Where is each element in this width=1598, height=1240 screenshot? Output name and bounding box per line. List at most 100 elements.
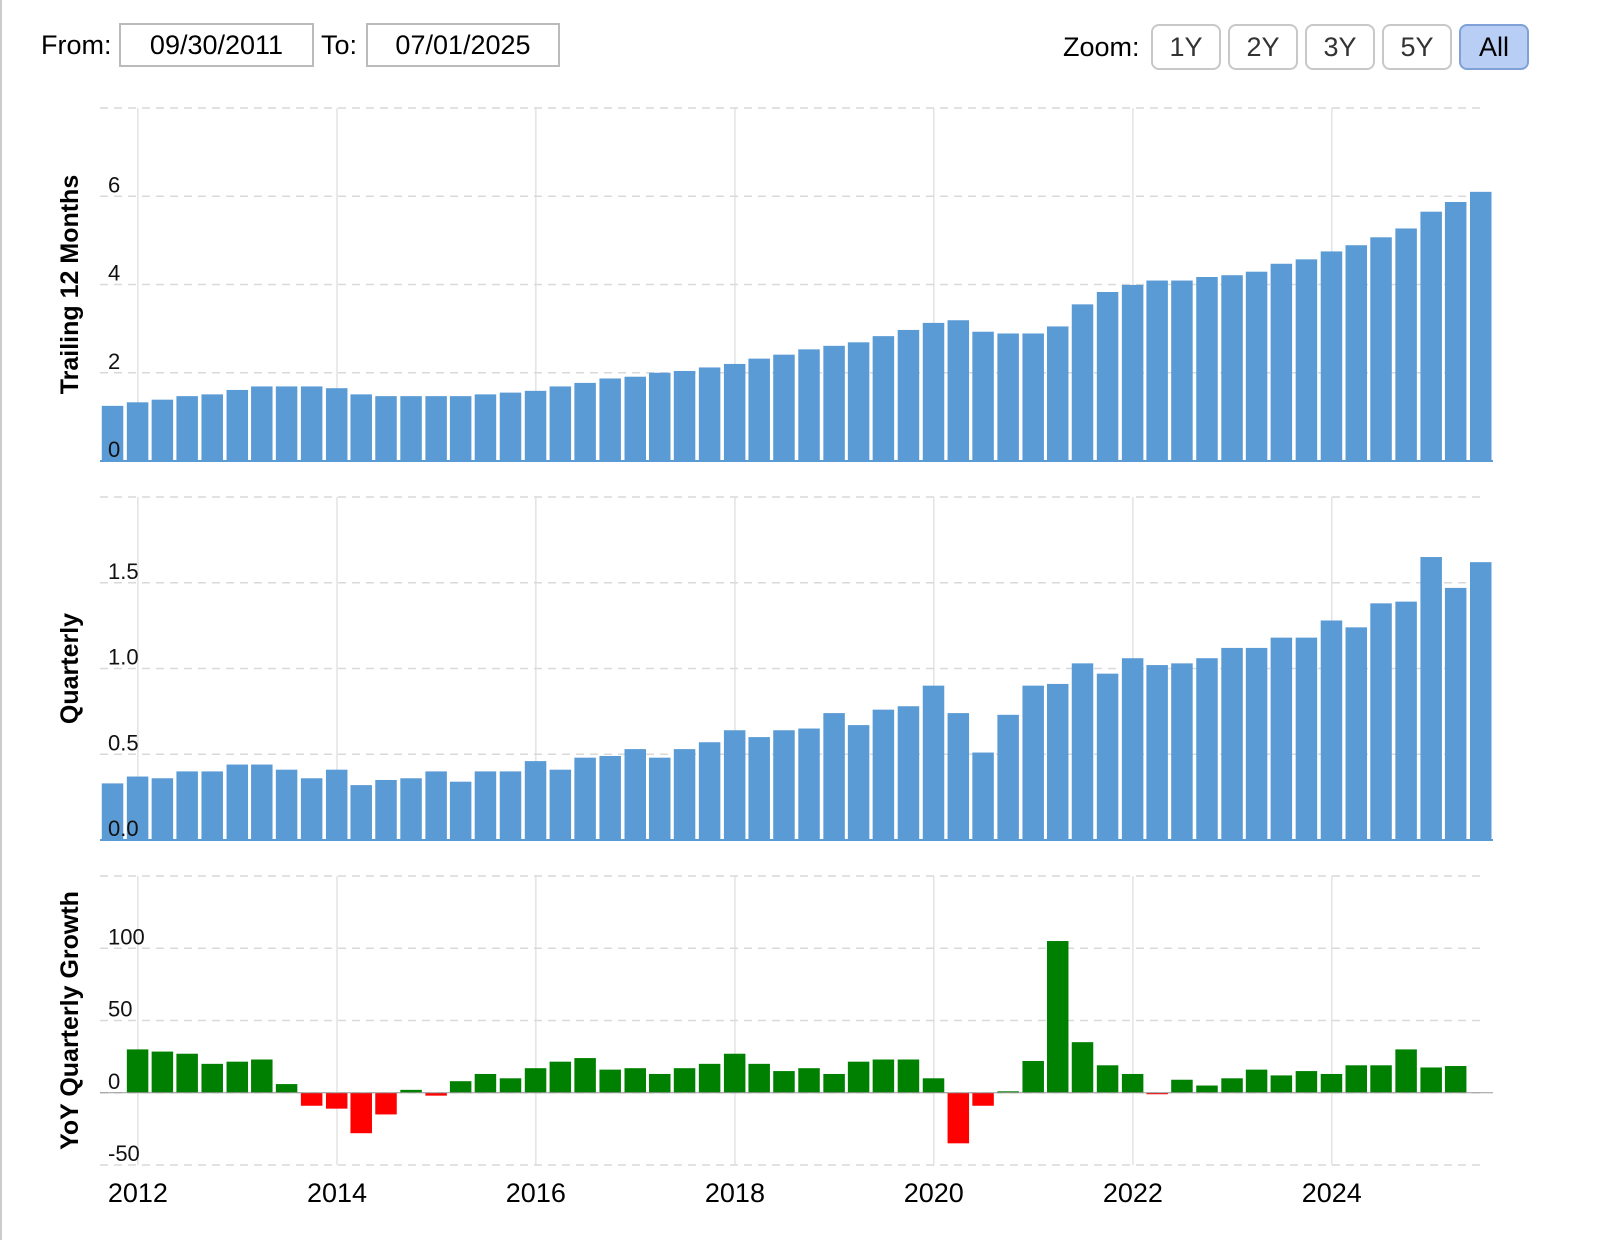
bar	[624, 1068, 646, 1093]
bar	[400, 778, 422, 840]
bar	[1046, 683, 1069, 840]
bar	[823, 1073, 845, 1093]
y-tick-label: 0	[108, 1069, 120, 1094]
bar	[922, 1078, 945, 1093]
bar	[599, 1069, 621, 1093]
bar	[1096, 292, 1119, 461]
x-tick-label: 2012	[108, 1178, 168, 1208]
bar	[1345, 245, 1368, 461]
bar	[599, 755, 621, 840]
bar	[176, 1053, 198, 1093]
bar	[574, 757, 596, 840]
bar	[847, 1061, 870, 1093]
bar	[549, 1061, 572, 1093]
bar	[1420, 211, 1442, 461]
y-tick-label: 4	[108, 261, 120, 286]
bar	[1146, 665, 1168, 840]
bar	[126, 402, 149, 461]
bar	[897, 329, 920, 461]
bar	[773, 730, 795, 840]
bar	[897, 1059, 920, 1093]
y-axis-title: YoY Quarterly Growth	[56, 891, 84, 1150]
bar	[1071, 663, 1094, 840]
bar	[997, 333, 1019, 461]
bar	[1196, 1085, 1218, 1093]
bar	[1345, 1065, 1368, 1093]
bar	[872, 709, 895, 840]
bar	[1121, 1073, 1144, 1093]
y-tick-label: 1.5	[108, 559, 139, 584]
bar	[1444, 201, 1467, 461]
bar	[300, 386, 323, 461]
bar	[1370, 1065, 1392, 1093]
bar	[1171, 1079, 1193, 1093]
y-tick-label: 0.5	[108, 730, 139, 755]
bar	[176, 396, 198, 461]
bar	[649, 372, 671, 461]
bar	[872, 1059, 895, 1093]
bar	[1320, 251, 1343, 461]
bar	[1444, 587, 1467, 840]
bar	[1022, 1060, 1044, 1093]
bar	[499, 1078, 522, 1093]
bar	[897, 706, 920, 840]
bar	[549, 769, 572, 840]
bar	[1196, 658, 1218, 840]
bar	[201, 394, 223, 461]
bar	[599, 378, 621, 461]
bar	[723, 1053, 746, 1093]
bar	[375, 1092, 397, 1115]
bar	[1295, 259, 1318, 461]
bar	[300, 778, 323, 840]
bar	[425, 396, 447, 461]
bar	[325, 769, 348, 840]
bar	[524, 390, 547, 461]
bar	[375, 396, 397, 461]
bar	[972, 1092, 994, 1106]
bar	[947, 320, 970, 461]
bar	[574, 1058, 596, 1093]
bar	[1121, 658, 1144, 840]
bar	[126, 1049, 149, 1093]
y-tick-label: 50	[108, 997, 132, 1022]
bar	[847, 725, 870, 840]
bar	[1395, 1049, 1417, 1093]
x-tick-label: 2014	[307, 1178, 367, 1208]
bar	[1196, 276, 1218, 461]
y-tick-label: 0.0	[108, 816, 139, 841]
bar	[325, 388, 348, 461]
bar	[350, 394, 372, 461]
bar	[1121, 284, 1144, 461]
bar	[947, 1092, 970, 1144]
bar	[1071, 304, 1094, 461]
bar	[275, 1084, 298, 1093]
bar	[325, 1092, 348, 1109]
bar	[176, 771, 198, 840]
bar	[823, 345, 845, 461]
bar	[251, 764, 273, 840]
bar	[748, 737, 770, 840]
bar	[549, 386, 572, 461]
bar	[798, 728, 820, 840]
bar	[1245, 271, 1268, 461]
bar	[1071, 1042, 1094, 1093]
bar	[1245, 1069, 1268, 1093]
bar	[251, 1059, 273, 1093]
x-tick-label: 2016	[506, 1178, 566, 1208]
bar	[275, 386, 298, 461]
bar	[201, 771, 223, 840]
chart-panel-3: -50 0 50 100 YoY Quarterly Growth	[56, 875, 1493, 1166]
bar	[375, 779, 397, 840]
bar	[673, 1068, 696, 1093]
bar	[947, 713, 970, 840]
bar	[1245, 647, 1268, 840]
bar	[1469, 191, 1492, 461]
bar	[798, 1068, 820, 1093]
bar	[823, 713, 845, 840]
bar	[226, 389, 249, 461]
bar	[1171, 663, 1193, 840]
bar	[1221, 1078, 1243, 1093]
bar	[251, 386, 273, 461]
bar	[425, 771, 447, 840]
bar	[1420, 557, 1442, 840]
